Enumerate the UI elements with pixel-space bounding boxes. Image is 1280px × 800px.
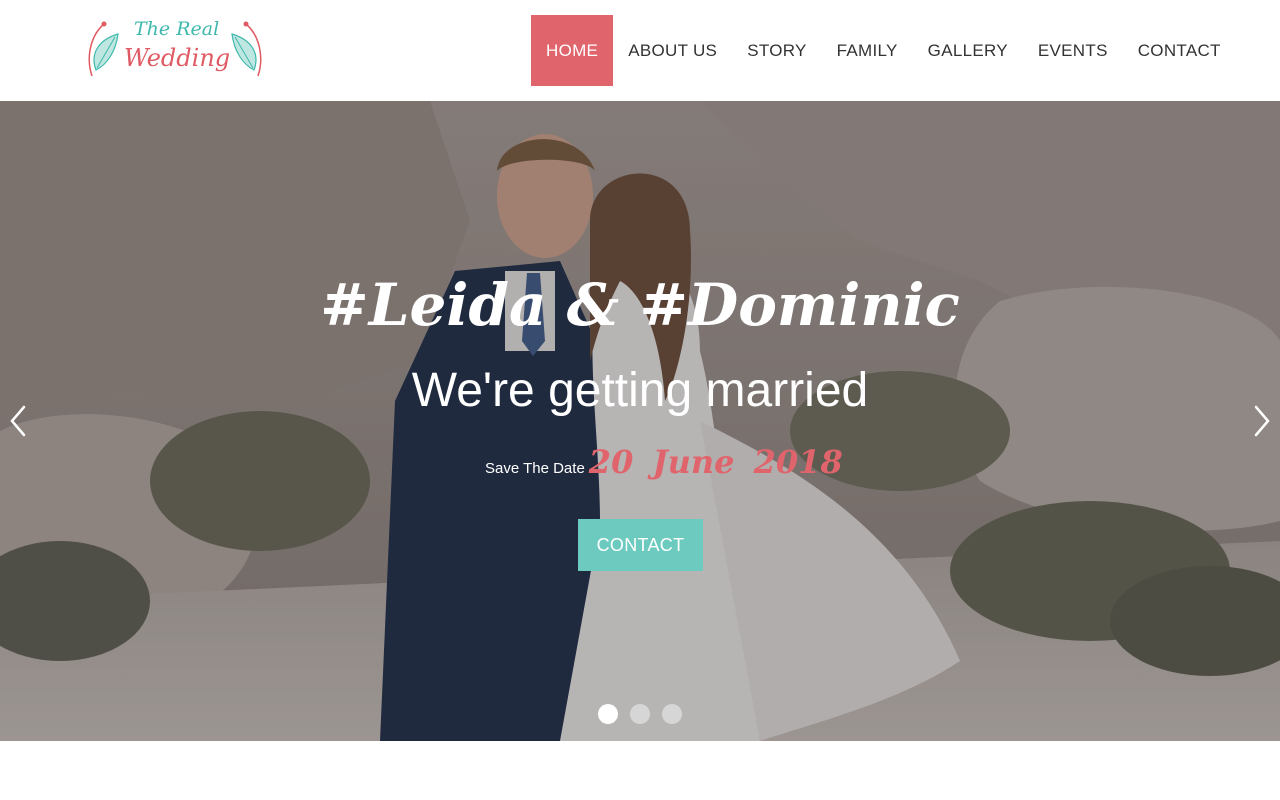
nav-item-home[interactable]: HOME bbox=[531, 15, 614, 86]
slider-dot-1[interactable] bbox=[598, 704, 618, 724]
logo-text-line2: Wedding bbox=[124, 44, 231, 72]
save-the-date: Save The Date 20 June 2018 bbox=[485, 443, 843, 493]
nav-item-gallery[interactable]: GALLERY bbox=[913, 15, 1023, 86]
slider-dot-3[interactable] bbox=[662, 704, 682, 724]
site-logo[interactable]: The Real Wedding bbox=[84, 18, 266, 82]
logo-text-line1: The Real bbox=[134, 18, 220, 40]
site-header: The Real Wedding HOME ABOUT US STORY FAM… bbox=[0, 0, 1280, 101]
nav-item-events[interactable]: EVENTS bbox=[1023, 15, 1123, 86]
chevron-left-icon bbox=[10, 405, 26, 437]
nav-item-contact[interactable]: CONTACT bbox=[1123, 15, 1236, 86]
chevron-right-icon bbox=[1254, 405, 1270, 437]
hero-overlay bbox=[0, 101, 1280, 741]
slider-prev-button[interactable] bbox=[4, 401, 32, 441]
nav-item-about-us[interactable]: ABOUT US bbox=[613, 15, 732, 86]
page-content-start bbox=[0, 741, 1280, 800]
hero-slider: #Leida & #Dominic We're getting married … bbox=[0, 101, 1280, 741]
main-nav: HOME ABOUT US STORY FAMILY GALLERY EVENT… bbox=[531, 15, 1236, 86]
couple-names: #Leida & #Dominic bbox=[320, 271, 960, 339]
slider-dot-2[interactable] bbox=[630, 704, 650, 724]
wedding-date: 20 June 2018 bbox=[588, 443, 843, 481]
nav-item-family[interactable]: FAMILY bbox=[822, 15, 913, 86]
nav-item-story[interactable]: STORY bbox=[732, 15, 821, 86]
hero-contact-button[interactable]: CONTACT bbox=[578, 519, 703, 571]
slider-dots bbox=[598, 704, 682, 724]
hero-tagline: We're getting married bbox=[411, 364, 869, 417]
save-the-date-label: Save The Date bbox=[485, 460, 585, 477]
slider-next-button[interactable] bbox=[1248, 401, 1276, 441]
